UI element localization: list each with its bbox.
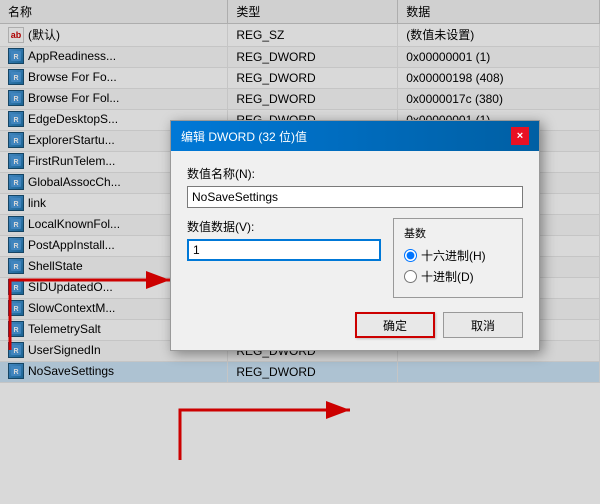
base-group: 基数 十六进制(H) 十进制(D) [393,218,523,298]
base-group-title: 基数 [404,225,512,241]
radio-dec-label[interactable]: 十进制(D) [404,268,512,285]
value-label: 数值数据(V): [187,218,381,235]
dialog-right-col: 基数 十六进制(H) 十进制(D) [393,218,523,298]
dialog-body: 数值名称(N): 数值数据(V): 基数 十六进制(H) 十进制(D) [171,151,539,350]
dialog-title: 编辑 DWORD (32 位)值 [181,128,307,145]
radio-hex[interactable] [404,249,417,262]
dialog-close-button[interactable]: × [511,127,529,145]
name-input[interactable] [187,186,523,208]
name-label: 数值名称(N): [187,165,523,182]
dialog-titlebar: 编辑 DWORD (32 位)值 × [171,121,539,151]
radio-dec[interactable] [404,270,417,283]
dialog-left-col: 数值数据(V): [187,218,381,261]
radio-hex-text: 十六进制(H) [421,247,486,264]
dialog-content-row: 数值数据(V): 基数 十六进制(H) 十进制(D) [187,218,523,298]
value-input[interactable] [187,239,381,261]
cancel-button[interactable]: 取消 [443,312,523,338]
dialog-buttons: 确定 取消 [187,312,523,338]
radio-dec-text: 十进制(D) [421,268,474,285]
ok-button[interactable]: 确定 [355,312,435,338]
edit-dword-dialog: 编辑 DWORD (32 位)值 × 数值名称(N): 数值数据(V): 基数 … [170,120,540,351]
radio-hex-label[interactable]: 十六进制(H) [404,247,512,264]
